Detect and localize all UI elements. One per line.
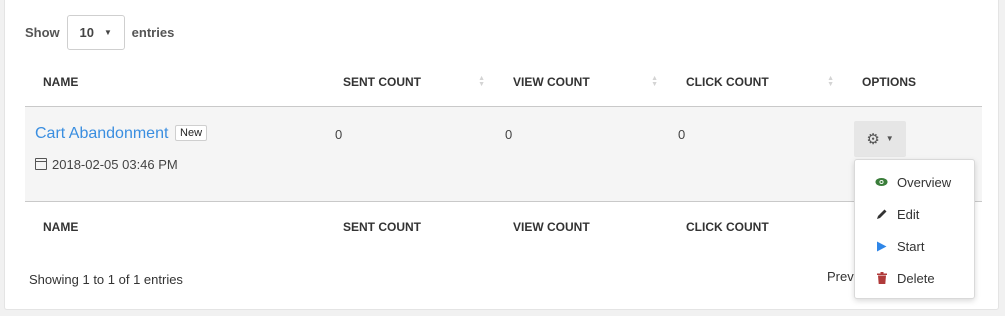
options-dropdown-menu: Overview Edit Start Delete: [854, 159, 975, 299]
table-footer-row: NAME SENT COUNT VIEW COUNT CLICK COUNT: [25, 200, 982, 253]
table-row: Cart Abandonment New 2018-02-05 03:46 PM…: [25, 106, 982, 201]
gear-icon: ⚙: [866, 130, 880, 148]
campaign-date-text: 2018-02-05 03:46 PM: [52, 156, 178, 172]
footer-header-click-count: CLICK COUNT: [668, 200, 844, 253]
footer-header-name: NAME: [25, 200, 325, 253]
column-header-options: OPTIONS: [844, 58, 982, 107]
pagination-previous[interactable]: Previ: [827, 269, 857, 284]
footer-header-view-count: VIEW COUNT: [495, 200, 668, 253]
column-header-view-count[interactable]: VIEW COUNT ▲ ▼: [495, 58, 668, 107]
menu-item-label: Start: [897, 238, 925, 254]
sort-icon: ▲ ▼: [827, 74, 834, 88]
table-info: Showing 1 to 1 of 1 entries: [29, 272, 183, 287]
pencil-icon: [875, 208, 888, 220]
column-header-sent-count[interactable]: SENT COUNT ▲ ▼: [325, 58, 495, 107]
entries-per-page-select[interactable]: 10 ▼: [66, 14, 125, 50]
menu-item-edit[interactable]: Edit: [855, 198, 974, 230]
campaign-date: 2018-02-05 03:46 PM: [35, 157, 315, 172]
menu-item-label: Delete: [897, 270, 935, 286]
menu-item-label: Edit: [897, 206, 920, 222]
play-icon: [875, 241, 888, 252]
chevron-down-icon: ▼: [885, 134, 894, 143]
menu-item-label: Overview: [897, 174, 952, 190]
new-badge: New: [175, 124, 208, 141]
calendar-icon: [35, 158, 47, 170]
trash-icon: [875, 272, 888, 284]
sort-icon: ▲ ▼: [651, 74, 658, 88]
entries-label: entries: [131, 24, 175, 40]
eye-icon: [875, 177, 888, 187]
entries-length-control: Show 10 ▼ entries: [25, 14, 174, 50]
column-header-click-count[interactable]: CLICK COUNT ▲ ▼: [668, 58, 844, 107]
menu-item-start[interactable]: Start: [855, 230, 974, 262]
sort-icon: ▲ ▼: [478, 74, 485, 88]
column-header-name[interactable]: NAME: [25, 58, 325, 107]
chevron-down-icon: ▼: [103, 27, 112, 37]
footer-header-sent-count: SENT COUNT: [325, 200, 495, 253]
menu-item-overview[interactable]: Overview: [855, 166, 974, 198]
entries-per-page-value: 10: [79, 24, 94, 40]
name-cell: Cart Abandonment New 2018-02-05 03:46 PM: [25, 106, 325, 201]
campaign-table-panel: Show 10 ▼ entries NAME SENT COUNT ▲ ▼ VIE…: [4, 0, 999, 310]
options-dropdown-button[interactable]: ⚙ ▼: [854, 120, 906, 157]
table-header-row: NAME SENT COUNT ▲ ▼ VIEW COUNT ▲ ▼ CLICK C…: [25, 58, 982, 107]
sent-count-cell: 0: [335, 126, 343, 142]
menu-item-delete[interactable]: Delete: [855, 262, 974, 294]
show-label: Show: [25, 24, 60, 40]
campaign-name-link[interactable]: Cart Abandonment: [35, 125, 168, 142]
campaign-table: NAME SENT COUNT ▲ ▼ VIEW COUNT ▲ ▼ CLICK C…: [25, 58, 982, 253]
view-count-cell: 0: [505, 126, 513, 142]
click-count-cell: 0: [678, 126, 686, 142]
